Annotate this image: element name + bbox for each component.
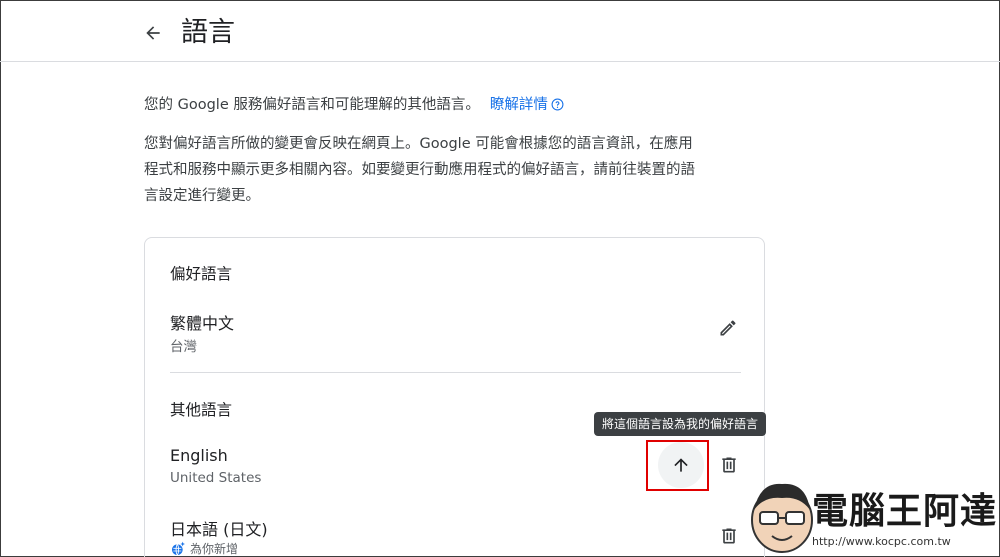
page-title: 語言 xyxy=(181,17,235,48)
trash-icon xyxy=(722,528,736,544)
suggested-label: 為你新增 xyxy=(190,542,239,556)
preferred-language-region: 台灣 xyxy=(170,339,197,355)
pencil-icon xyxy=(720,320,736,336)
globe-sparkle-icon xyxy=(172,541,185,555)
other-section-title: 其他語言 xyxy=(170,401,233,419)
intro-sentence: 您的 Google 服務偏好語言和可能理解的其他語言。 xyxy=(144,97,480,113)
other-language-name: 日本語 (日文) xyxy=(170,520,268,539)
watermark-url: http://www.kocpc.com.tw xyxy=(812,535,951,548)
preferred-section-title: 偏好語言 xyxy=(170,265,233,283)
intro-text: 您的 Google 服務偏好語言和可能理解的其他語言。 瞭解詳情 xyxy=(144,94,564,116)
watermark-title: 電腦王阿達 xyxy=(812,491,998,532)
help-circle-icon xyxy=(551,98,564,111)
back-button[interactable] xyxy=(140,20,166,46)
header: 語言 xyxy=(0,0,1000,62)
trash-icon xyxy=(722,457,736,473)
delete-language-button[interactable] xyxy=(717,453,741,477)
edit-preferred-button[interactable] xyxy=(716,316,740,340)
learn-more-link[interactable]: 瞭解詳情 xyxy=(490,97,564,113)
other-language-region: United States xyxy=(170,470,262,486)
language-card: 偏好語言 繁體中文 台灣 其他語言 English United States … xyxy=(144,237,765,557)
highlight-box xyxy=(646,440,709,491)
description-text: 您對偏好語言所做的變更會反映在網頁上。Google 可能會根據您的語言資訊，在應… xyxy=(144,136,695,204)
section-divider xyxy=(170,372,741,373)
other-language-name: English xyxy=(170,446,228,465)
suggested-badge: 為你新增 xyxy=(170,540,238,557)
learn-more-label: 瞭解詳情 xyxy=(489,97,548,113)
arrow-back-icon xyxy=(146,26,160,40)
tooltip: 將這個語言設為我的偏好語言 xyxy=(594,412,767,436)
delete-language-button[interactable] xyxy=(717,524,741,548)
preferred-language-name: 繁體中文 xyxy=(170,314,235,333)
